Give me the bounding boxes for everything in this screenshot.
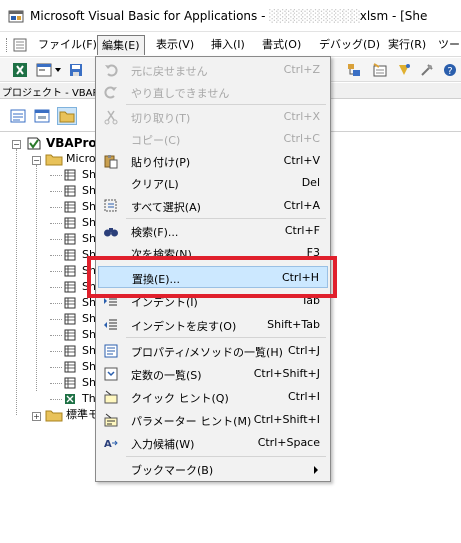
menu-item-list-properties-methods[interactable]: プロパティ/メソッドの一覧(H) Ctrl+J	[98, 340, 328, 362]
menu-bar: ファイル(F) 編集(E) 表示(V) 挿入(I) 書式(O) デバッグ(D) …	[0, 33, 461, 57]
object-browser-icon[interactable]	[396, 62, 412, 78]
svg-text:?: ?	[447, 66, 452, 77]
vba-project-icon	[27, 137, 41, 150]
quick-info-icon	[104, 390, 118, 404]
folder-icon	[45, 154, 63, 166]
menu-item-select-all[interactable]: すべて選択(A) Ctrl+A	[98, 195, 328, 217]
menu-separator	[126, 456, 326, 457]
cut-icon	[104, 110, 118, 125]
tree-node-excel-objects[interactable]: Micro	[66, 151, 96, 167]
workbook-icon	[65, 394, 75, 404]
constant-list-icon	[104, 367, 118, 381]
menu-item-parameter-info[interactable]: パラメーター ヒント(M) Ctrl+Shift+I	[98, 409, 328, 431]
excel-view-icon[interactable]	[12, 37, 28, 53]
complete-word-icon: A	[104, 439, 118, 450]
title-bar: Microsoft Visual Basic for Applications …	[0, 0, 461, 32]
excel-icon[interactable]	[12, 62, 28, 78]
folder-icon	[59, 111, 75, 123]
vba-app-icon	[8, 10, 24, 23]
save-icon[interactable]	[68, 62, 84, 78]
folder-icon	[45, 410, 63, 422]
dropdown-arrow-icon[interactable]	[55, 68, 61, 72]
menu-item-find[interactable]: 検索(F)... Ctrl+F	[98, 220, 328, 242]
menu-edit[interactable]: 編集(E)	[97, 35, 145, 55]
menu-item-complete-word[interactable]: A 入力候補(W) Ctrl+Space	[98, 432, 328, 454]
parameter-info-icon	[104, 413, 118, 427]
project-explorer-icon[interactable]	[346, 62, 362, 78]
toolbox-icon[interactable]	[419, 62, 435, 78]
menu-item-copy[interactable]: コピー(C) Ctrl+C	[98, 128, 328, 150]
window-title: Microsoft Visual Basic for Applications …	[30, 9, 428, 23]
menu-item-cut[interactable]: 切り取り(T) Ctrl+X	[98, 106, 328, 128]
tree-node-vbaproject[interactable]: VBAPro	[46, 135, 97, 151]
binoculars-icon	[104, 228, 118, 237]
menu-item-quick-info[interactable]: クイック ヒント(Q) Ctrl+I	[98, 386, 328, 408]
menu-separator	[126, 104, 326, 105]
submenu-arrow-icon	[314, 466, 318, 474]
tree-guide-line	[16, 149, 17, 415]
insert-userform-icon[interactable]	[36, 62, 52, 78]
view-object-icon[interactable]	[32, 107, 52, 125]
menu-insert[interactable]: 挿入(I)	[207, 35, 249, 55]
menu-format[interactable]: 書式(O)	[258, 35, 305, 55]
toggle-folders-button[interactable]	[57, 107, 77, 125]
paste-icon	[104, 155, 118, 169]
menu-item-redo[interactable]: やり直しできません	[98, 81, 328, 103]
menu-run[interactable]: 実行(R)	[384, 35, 430, 55]
menu-debug[interactable]: デバッグ(D)	[315, 35, 384, 55]
svg-text:A: A	[104, 439, 112, 450]
menu-item-list-constants[interactable]: 定数の一覧(S) Ctrl+Shift+J	[98, 363, 328, 385]
view-code-icon[interactable]	[8, 107, 28, 125]
properties-window-icon[interactable]	[372, 62, 388, 78]
menu-item-outdent[interactable]: インデントを戻す(O) Shift+Tab	[98, 314, 328, 336]
menu-tools[interactable]: ツー	[434, 35, 461, 55]
menu-item-bookmarks[interactable]: ブックマーク(B)	[98, 458, 328, 480]
property-list-icon	[104, 344, 118, 358]
menu-item-undo[interactable]: 元に戻せません Ctrl+Z	[98, 59, 328, 81]
tree-guide-line	[36, 165, 37, 391]
menu-separator	[126, 337, 326, 338]
menu-item-paste[interactable]: 貼り付け(P) Ctrl+V	[98, 150, 328, 172]
outdent-icon	[104, 319, 117, 330]
tree-expander[interactable]: +	[32, 412, 41, 421]
toolbar-grip[interactable]	[6, 38, 9, 52]
menu-separator	[126, 218, 326, 219]
tree-expander[interactable]: −	[12, 140, 21, 149]
vba-editor-window: Microsoft Visual Basic for Applications …	[0, 0, 461, 543]
select-all-icon	[104, 199, 117, 212]
undo-icon	[105, 64, 118, 77]
annotation-highlight-box	[87, 256, 337, 298]
menu-item-clear[interactable]: クリア(L) Del	[98, 172, 328, 194]
redo-icon	[104, 86, 117, 99]
tree-expander[interactable]: −	[32, 156, 41, 165]
menu-file[interactable]: ファイル(F)	[34, 35, 101, 55]
project-panel-title: プロジェクト - VBAPro	[2, 88, 109, 99]
help-icon[interactable]: ?	[442, 62, 458, 78]
menu-view[interactable]: 表示(V)	[152, 35, 198, 55]
